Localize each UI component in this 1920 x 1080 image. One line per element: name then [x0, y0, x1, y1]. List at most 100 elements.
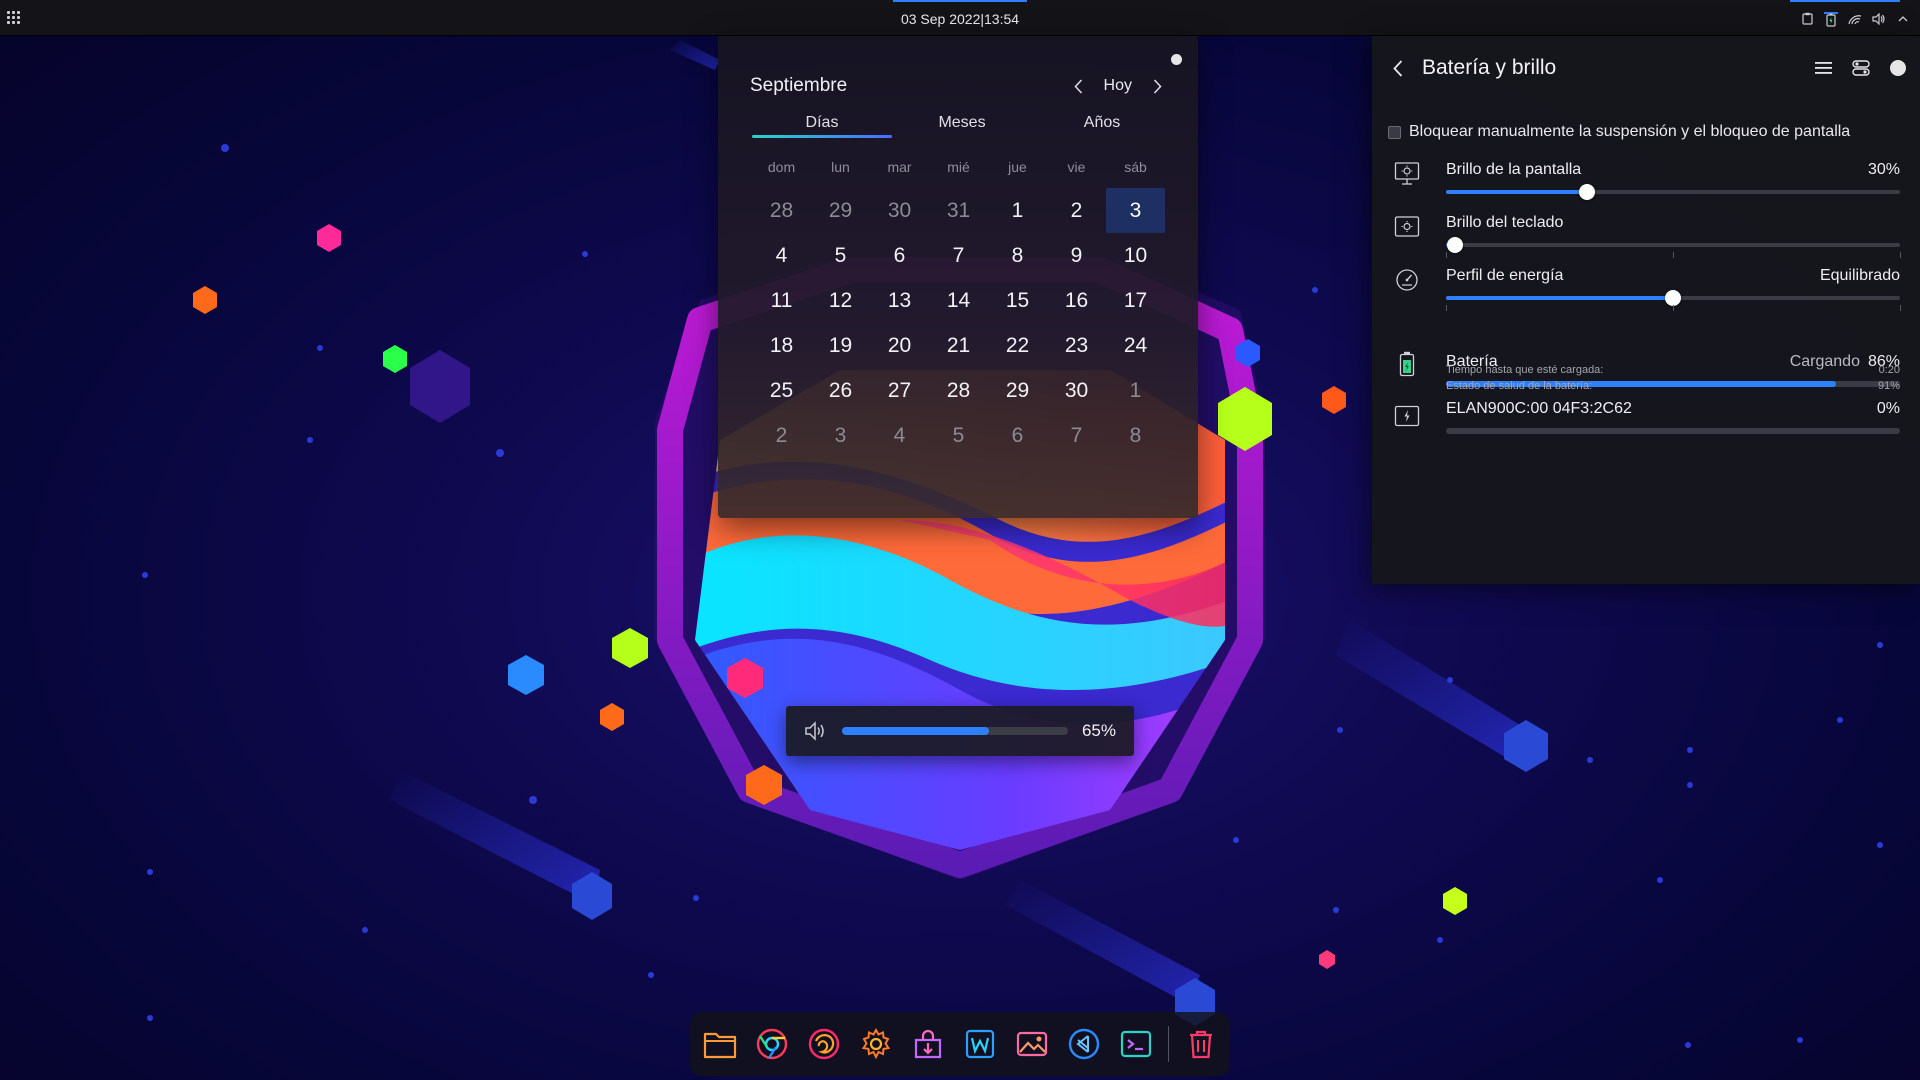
keyboard-brightness-slider[interactable] [1446, 237, 1901, 258]
weekday-label: sáb [1124, 159, 1147, 175]
calendar-month-title[interactable]: Septiembre [750, 75, 847, 97]
trash-icon[interactable] [1181, 1024, 1221, 1064]
calendar-day[interactable]: 10 [1106, 233, 1165, 278]
volume-icon[interactable] [1872, 12, 1886, 26]
screen-brightness-knob[interactable] [1578, 184, 1595, 200]
calendar-day[interactable]: 20 [870, 323, 929, 368]
keyboard-brightness-label: Brillo del teclado [1446, 214, 1564, 231]
tray-active-indicator [1790, 0, 1900, 2]
calendar-day[interactable]: 28 [929, 368, 988, 413]
chevron-left-icon[interactable] [1072, 76, 1086, 96]
system-tray [1800, 0, 1914, 36]
weekday-label: mar [887, 159, 912, 175]
calendar-day[interactable]: 6 [988, 413, 1047, 458]
volume-level-fill [842, 727, 989, 735]
calendar-day[interactable]: 31 [929, 188, 988, 233]
slider-tick [1446, 252, 1447, 258]
volume-value: 65% [1081, 721, 1116, 740]
menu-icon[interactable] [1814, 59, 1832, 77]
chrome-icon[interactable] [752, 1024, 792, 1064]
app-grid-icon[interactable] [6, 11, 20, 25]
calendar-day[interactable]: 30 [1047, 368, 1106, 413]
volume-icon [804, 720, 830, 742]
slider-tick [1900, 252, 1901, 258]
calendar-day[interactable]: 3 [811, 413, 870, 458]
calendar-day[interactable]: 14 [929, 278, 988, 323]
calendar-day[interactable]: 1 [1106, 368, 1165, 413]
calendar-day[interactable]: 2 [752, 413, 811, 458]
tab-anos[interactable]: Años [1032, 112, 1172, 142]
calendar-day[interactable]: 7 [1047, 413, 1106, 458]
calendar-day[interactable]: 29 [988, 368, 1047, 413]
back-arrow-icon[interactable] [1390, 58, 1406, 78]
calendar-day[interactable]: 15 [988, 278, 1047, 323]
settings-icon[interactable] [856, 1024, 896, 1064]
terminal-icon[interactable] [1116, 1024, 1156, 1064]
screen-brightness-fill [1446, 190, 1587, 194]
energy-profile-slider[interactable] [1446, 290, 1901, 311]
calendar-day[interactable]: 30 [870, 188, 929, 233]
weekday-label: vie [1067, 159, 1086, 175]
calendar-day[interactable]: 8 [988, 233, 1047, 278]
calendar-day[interactable]: 27 [870, 368, 929, 413]
toggles-icon[interactable] [1852, 59, 1870, 77]
calendar-day[interactable]: 13 [870, 278, 929, 323]
calendar-pin-dot[interactable] [1171, 54, 1182, 65]
device-percent: 0% [1876, 400, 1900, 417]
calendar-tabs: Días Meses Años [752, 112, 1172, 142]
calendar-day[interactable]: 6 [870, 233, 929, 278]
calendar-day[interactable]: 29 [811, 188, 870, 233]
screen-brightness-slider[interactable] [1446, 184, 1900, 200]
panel-pin-dot[interactable] [1890, 60, 1906, 76]
calendar-day[interactable]: 24 [1106, 323, 1165, 368]
tab-dias[interactable]: Días [752, 112, 892, 142]
tab-meses[interactable]: Meses [892, 112, 1032, 142]
calendar-day[interactable]: 22 [988, 323, 1047, 368]
firefox-icon[interactable] [804, 1024, 844, 1064]
energy-profile-knob[interactable] [1665, 290, 1681, 306]
calendar-day[interactable]: 17 [1106, 278, 1165, 323]
calendar-day[interactable]: 21 [929, 323, 988, 368]
calendar-weekdays: dom lun mar mié jue vie sáb [752, 150, 1168, 184]
chevron-up-icon[interactable] [1896, 12, 1910, 26]
today-button[interactable]: Hoy [1104, 77, 1132, 95]
calendar-day[interactable]: 1 [988, 188, 1047, 233]
calendar-day[interactable]: 25 [752, 368, 811, 413]
calendar-day[interactable]: 28 [752, 188, 811, 233]
network-icon[interactable] [1848, 12, 1862, 26]
lock-suspend-checkbox[interactable] [1388, 125, 1401, 139]
software-center-icon[interactable] [908, 1024, 948, 1064]
files-icon[interactable] [700, 1024, 740, 1064]
top-clock[interactable]: 03 Sep 2022|13:54 [892, 0, 1028, 36]
calendar-day[interactable]: 7 [929, 233, 988, 278]
calendar-day[interactable]: 26 [811, 368, 870, 413]
calendar-day[interactable]: 18 [752, 323, 811, 368]
monitor-brightness-icon [1394, 161, 1420, 187]
vscode-icon[interactable] [1064, 1024, 1104, 1064]
calendar-day[interactable]: 4 [752, 233, 811, 278]
clipboard-icon[interactable] [1800, 12, 1814, 26]
battery-detail-value: 0:20 [1878, 364, 1900, 376]
calendar-day[interactable]: 4 [870, 413, 929, 458]
calendar-day[interactable]: 23 [1047, 323, 1106, 368]
calendar-day[interactable]: 11 [752, 278, 811, 323]
battery-icon [1394, 351, 1420, 377]
calendar-day[interactable]: 12 [811, 278, 870, 323]
lock-suspend-option[interactable]: Bloquear manualmente la suspensión y el … [1388, 123, 1850, 141]
calendar-day[interactable]: 16 [1047, 278, 1106, 323]
keyboard-brightness-knob[interactable] [1447, 237, 1464, 253]
screen-brightness-label: Brillo de la pantalla [1446, 161, 1582, 178]
keyboard-brightness-icon [1394, 214, 1420, 240]
image-viewer-icon[interactable] [1012, 1024, 1052, 1064]
calendar-day-today[interactable]: 3 [1106, 188, 1165, 233]
chevron-right-icon[interactable] [1150, 76, 1164, 96]
battery-charging-icon[interactable] [1824, 11, 1838, 27]
calendar-day[interactable]: 19 [811, 323, 870, 368]
calendar-day[interactable]: 5 [811, 233, 870, 278]
calendar-grid: dom lun mar mié jue vie sáb 28 29 30 31 1 2 3 4 5 6 7 8 9 1… [752, 150, 1168, 458]
calendar-day[interactable]: 8 [1106, 413, 1165, 458]
calendar-day[interactable]: 2 [1047, 188, 1106, 233]
writer-icon[interactable] [960, 1024, 1000, 1064]
calendar-day[interactable]: 5 [929, 413, 988, 458]
calendar-day[interactable]: 9 [1047, 233, 1106, 278]
